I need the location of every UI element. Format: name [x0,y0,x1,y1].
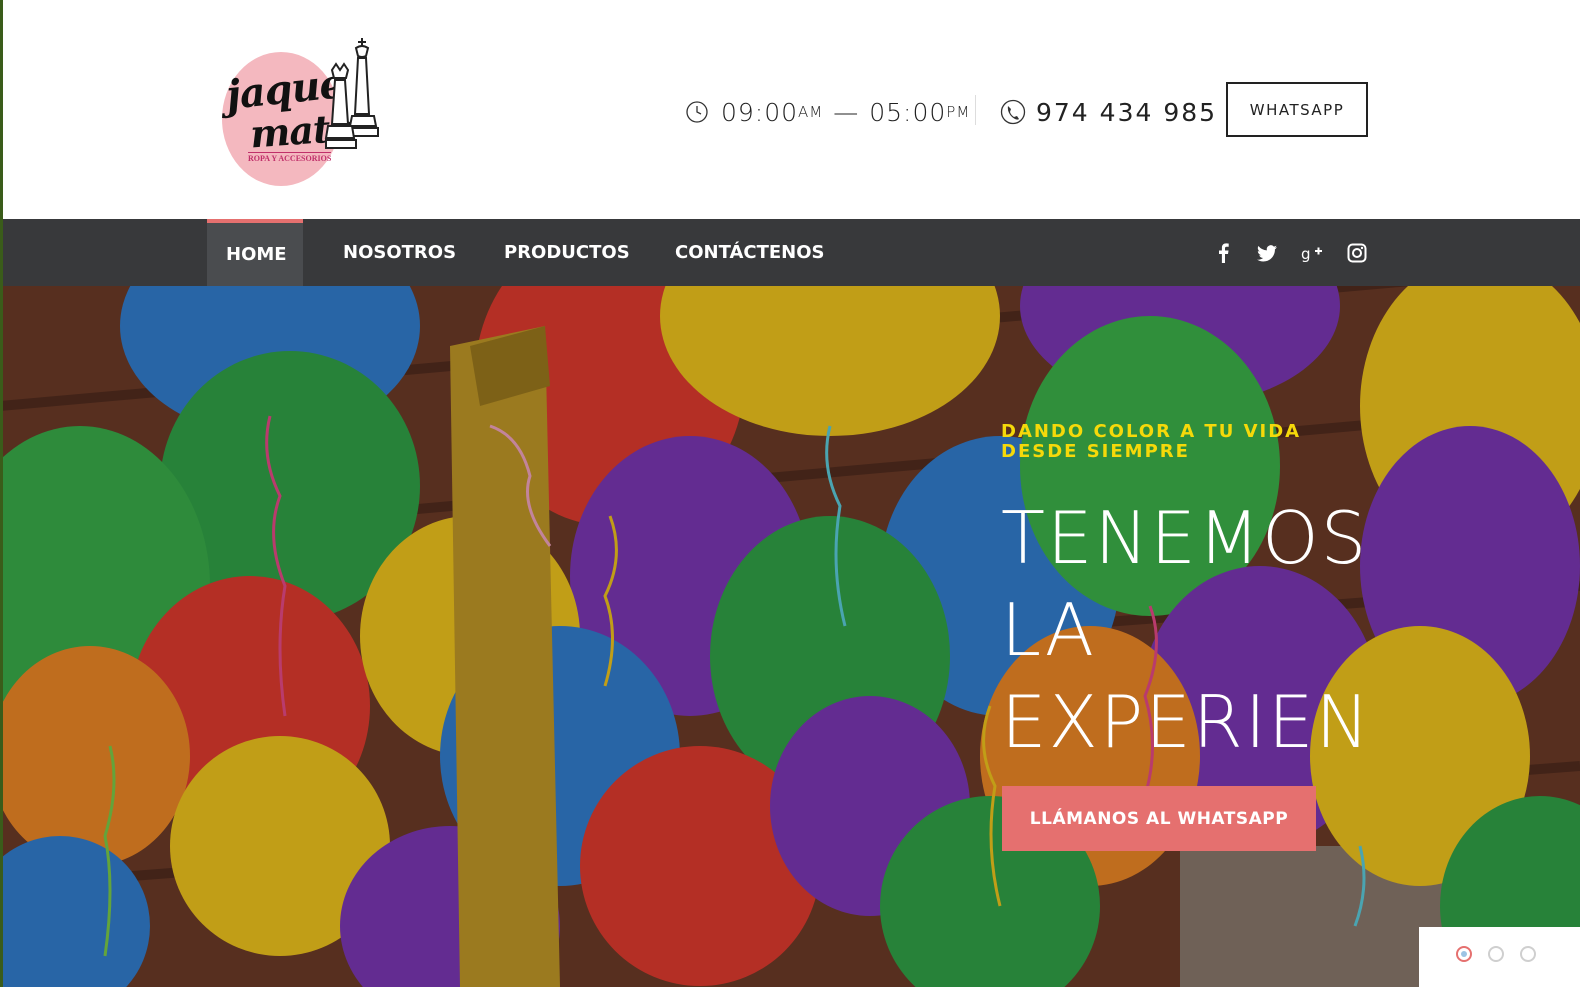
call-whatsapp-button[interactable]: LLÁMANOS AL WHATSAPP [1002,786,1316,851]
nav-home[interactable]: HOME [207,219,303,286]
site-header: jaque mate ROPA Y ACCESORIOS 09:00 AM — [0,0,1580,219]
clock-icon [686,101,708,123]
page-edge [0,0,3,987]
slider-dot-3[interactable] [1520,946,1536,962]
instagram-icon[interactable] [1345,240,1369,266]
contact-phone[interactable]: 974 434 985 [1000,92,1217,132]
nav-productos[interactable]: PRODUCTOS [504,219,630,286]
hero-tagline: DANDO COLOR A TU VIDA DESDE SIEMPRE [1001,421,1302,462]
hours-open-suffix: AM [798,103,824,121]
slider-dot-1[interactable] [1456,946,1472,962]
facebook-icon[interactable] [1212,240,1234,266]
hero-headline: TENEMOS LA EXPERIENCIA [1001,496,1369,764]
svg-text:g: g [1301,245,1311,262]
chess-king-queen-icon [324,38,379,149]
logo-subtitle: ROPA Y ACCESORIOS [248,152,332,163]
nav-contactenos[interactable]: CONTÁCTENOS [675,219,825,286]
business-hours: 09:00 AM — 05:00 PM [685,92,970,132]
hours-close-suffix: PM [946,103,971,121]
phone-number: 974 434 985 [1036,97,1218,127]
header-divider [975,95,976,125]
twitter-icon[interactable] [1255,240,1279,266]
hours-open: 09:00 [721,97,799,127]
nav-nosotros[interactable]: NOSOTROS [343,219,456,286]
slider-dot-2[interactable] [1488,946,1504,962]
whatsapp-button[interactable]: WHATSAPP [1226,82,1368,137]
google-plus-icon[interactable]: g [1300,240,1324,266]
site-logo[interactable]: jaque mate ROPA Y ACCESORIOS [218,30,388,190]
hours-dash: — [833,97,860,127]
hours-close: 05:00 [869,97,947,127]
phone-icon [1000,99,1026,125]
